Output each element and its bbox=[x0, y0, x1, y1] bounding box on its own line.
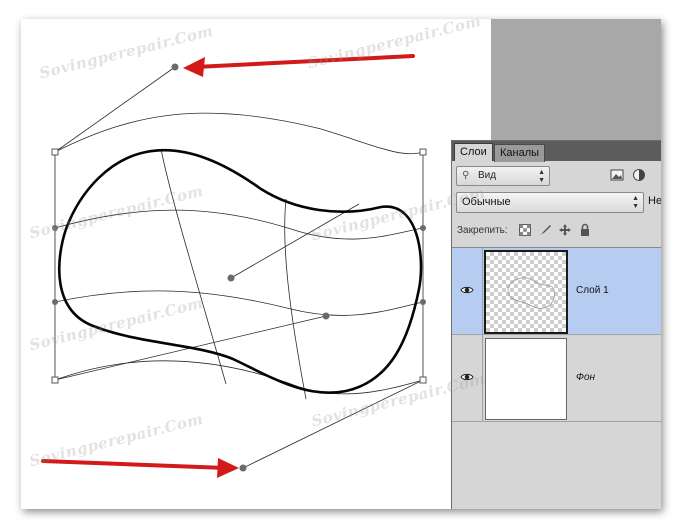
warp-control-point bbox=[420, 225, 426, 231]
panel-tab-bar: Слои Каналы bbox=[452, 141, 661, 162]
lock-transparent-pixels-icon[interactable] bbox=[518, 223, 532, 237]
warp-control-point bbox=[171, 63, 179, 71]
lock-position-icon[interactable] bbox=[558, 223, 572, 237]
warp-mesh-line bbox=[54, 360, 424, 395]
layers-panel: Слои Каналы ⚲ Вид ▲ ▼ Обычные ▲ ▼ Не Закре… bbox=[451, 140, 661, 509]
screenshot-frame: Слои Каналы ⚲ Вид ▲ ▼ Обычные ▲ ▼ Не Закре… bbox=[21, 19, 661, 509]
warp-corner-handle bbox=[51, 148, 59, 156]
annotation-arrow-bottom-head bbox=[217, 458, 239, 478]
lock-image-pixels-icon[interactable] bbox=[538, 223, 552, 237]
warp-control-point bbox=[239, 464, 247, 472]
layer-thumbnail bbox=[484, 250, 568, 334]
layer-thumbnail bbox=[485, 338, 567, 420]
warp-corner-handle bbox=[419, 148, 427, 156]
layer-row-layer-1[interactable]: Слой 1 bbox=[452, 248, 661, 335]
kind-filter-value: Вид bbox=[478, 170, 497, 181]
warp-control-point bbox=[227, 274, 235, 282]
warp-mesh-line bbox=[54, 209, 424, 240]
annotation-arrow-top bbox=[194, 54, 415, 69]
warp-mesh-line bbox=[284, 198, 307, 400]
adjustment-filter-icon[interactable] bbox=[632, 168, 646, 182]
warp-control-point bbox=[420, 299, 426, 305]
eye-icon bbox=[460, 286, 474, 294]
layer-row-background[interactable]: Фон bbox=[452, 335, 661, 422]
warp-corner-handle bbox=[51, 376, 59, 384]
layer-kind-filter-select[interactable]: ⚲ Вид ▲ ▼ bbox=[456, 166, 550, 186]
warp-handle-line bbox=[54, 66, 176, 153]
lock-all-icon[interactable] bbox=[578, 223, 592, 237]
warp-control-point bbox=[52, 225, 58, 231]
opacity-label: Не bbox=[648, 195, 661, 207]
layer-name[interactable]: Фон bbox=[576, 372, 595, 383]
warp-control-point bbox=[52, 299, 58, 305]
annotation-arrow-bottom bbox=[41, 459, 228, 470]
warp-corner-handle bbox=[419, 376, 427, 384]
blend-mode-select[interactable]: Обычные ▲ ▼ bbox=[456, 192, 644, 213]
warp-mesh-line bbox=[230, 203, 360, 279]
visibility-toggle[interactable] bbox=[452, 248, 483, 334]
tab-layers[interactable]: Слои bbox=[454, 143, 493, 161]
warp-mesh-line bbox=[54, 290, 424, 316]
search-icon: ⚲ bbox=[462, 170, 470, 181]
stepper-icon: ▲ ▼ bbox=[538, 169, 545, 184]
warped-shape bbox=[58, 148, 423, 394]
blend-mode-value: Обычные bbox=[462, 196, 511, 208]
tab-channels[interactable]: Каналы bbox=[494, 144, 546, 162]
warp-control-point bbox=[322, 312, 330, 320]
visibility-toggle[interactable] bbox=[452, 335, 483, 421]
annotation-arrow-top-head bbox=[183, 57, 205, 77]
layer-thumbnail-shape bbox=[507, 277, 555, 309]
layers-list: Слой 1 Фон bbox=[452, 247, 661, 509]
warp-mesh-line bbox=[54, 112, 424, 155]
stepper-icon: ▲ ▼ bbox=[632, 195, 639, 210]
eye-icon bbox=[460, 373, 474, 381]
layer-name[interactable]: Слой 1 bbox=[576, 285, 609, 296]
lock-label: Закрепить: bbox=[457, 225, 508, 236]
image-filter-icon[interactable] bbox=[610, 168, 624, 182]
